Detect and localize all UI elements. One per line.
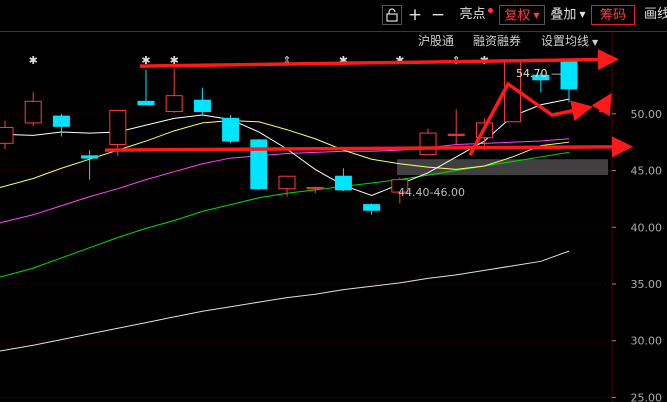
minus-icon[interactable]: −	[428, 5, 448, 25]
y-tick-label: 45.00	[631, 165, 663, 178]
y-tick-label: 25.00	[631, 391, 663, 402]
candle[interactable]	[250, 139, 268, 190]
y-tick-label: 50.00	[631, 108, 663, 121]
candle[interactable]	[137, 100, 155, 106]
candle[interactable]	[52, 115, 70, 127]
adjust-label: 复权	[504, 8, 531, 24]
event-marker[interactable]: ✱	[395, 54, 404, 67]
candle[interactable]	[109, 109, 127, 145]
candle[interactable]	[81, 155, 99, 159]
brightness-button[interactable]: 亮点	[456, 5, 496, 25]
candle[interactable]	[165, 95, 183, 113]
candle[interactable]	[419, 132, 437, 156]
lock-icon[interactable]	[382, 5, 402, 25]
y-tick-label: 30.00	[631, 335, 663, 348]
top-toolbar: + − 亮点 复权 ▼ 叠加 ▼ 筹码 画线	[0, 0, 667, 32]
chips-label: 筹码	[599, 8, 626, 23]
kline-chart[interactable]: 50.0045.0040.0035.0030.0025.00✱✱✱⇕✱✱⇕✱54…	[0, 0, 667, 402]
caret-down-icon: ▼	[592, 38, 599, 47]
ma-settings-dropdown[interactable]: 设置均线 ▼	[541, 32, 598, 49]
candle[interactable]	[334, 175, 352, 191]
candle[interactable]	[193, 99, 211, 113]
zone-label: 44.40-46.00	[398, 186, 465, 199]
candle[interactable]	[0, 126, 14, 144]
candle[interactable]	[222, 117, 240, 142]
candle[interactable]	[560, 61, 578, 90]
candle[interactable]	[447, 133, 465, 136]
breakout-arrow	[591, 93, 612, 117]
y-tick-label: 40.00	[631, 221, 663, 234]
event-marker[interactable]: ✱	[29, 54, 38, 67]
support-arrow	[104, 136, 633, 158]
y-tick-label: 35.00	[631, 278, 663, 291]
adjust-dropdown[interactable]: 复权 ▼	[499, 5, 545, 25]
active-dot-icon	[487, 8, 493, 13]
caret-down-icon: ▼	[579, 10, 586, 19]
candle[interactable]	[306, 187, 324, 190]
overlay-label: 叠加	[550, 7, 577, 23]
draw-label: 画线	[644, 7, 667, 22]
sh-connect-link[interactable]: 沪股通	[418, 32, 454, 49]
overlay-dropdown[interactable]: 叠加 ▼	[548, 5, 588, 25]
high-price-label: 54.70 —	[516, 67, 562, 80]
plus-icon[interactable]: +	[405, 5, 425, 25]
caret-down-icon: ▼	[533, 11, 540, 20]
ma-settings-label: 设置均线	[541, 34, 590, 48]
candle[interactable]	[24, 100, 42, 124]
candle[interactable]	[363, 204, 381, 211]
draw-button[interactable]: 画线	[644, 5, 667, 25]
event-marker[interactable]: ✱	[339, 54, 348, 67]
chips-button[interactable]: 筹码	[591, 5, 635, 25]
margin-link[interactable]: 融资融券	[473, 32, 521, 49]
resistance-arrow	[139, 49, 619, 71]
ma250-line	[0, 250, 570, 352]
brightness-label: 亮点	[459, 7, 486, 22]
candle[interactable]	[278, 175, 296, 190]
indicator-bar: 沪股通 融资融券 设置均线 ▼	[0, 31, 612, 51]
